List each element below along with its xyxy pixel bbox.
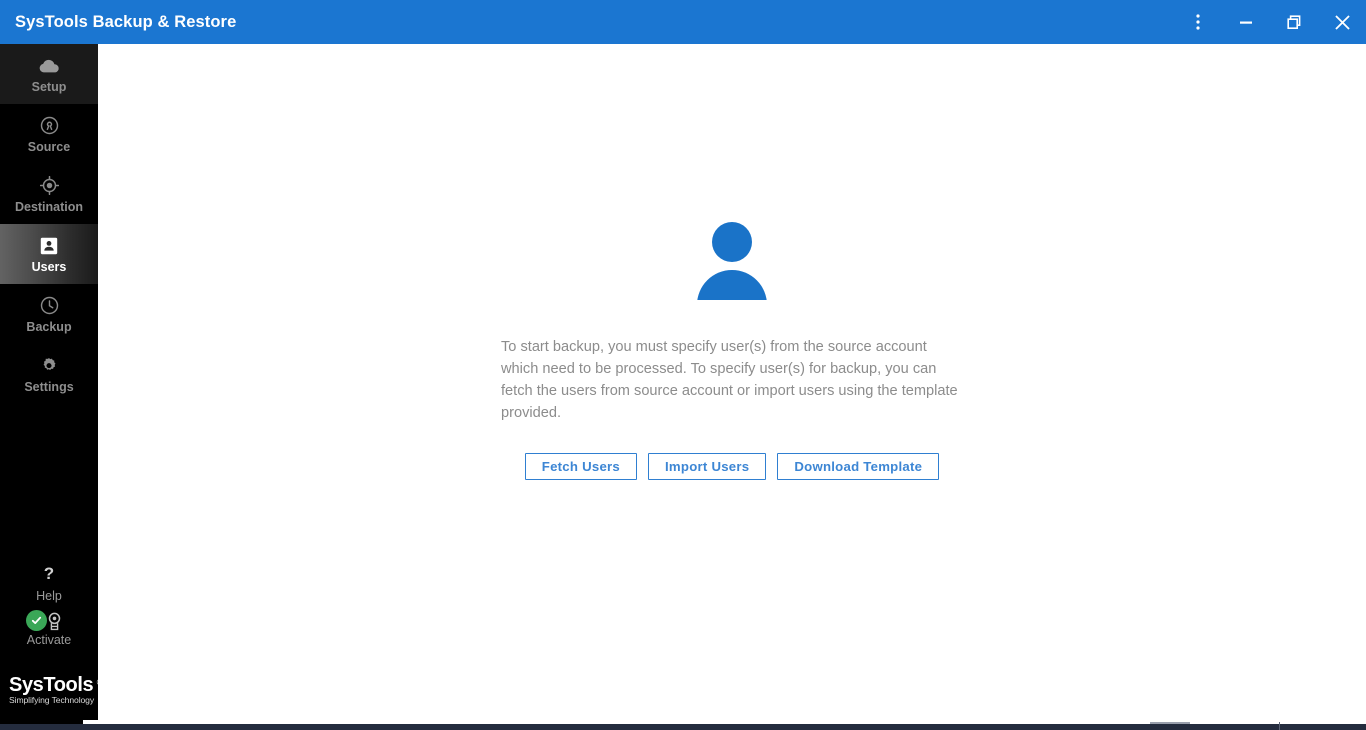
sidebar-item-label: Settings (24, 379, 74, 394)
application-window: SysTools Backup & Restore Setup Source D… (0, 0, 1366, 730)
check-badge-icon (26, 610, 47, 631)
window-controls (1174, 0, 1366, 44)
close-icon (1334, 14, 1350, 30)
activate-button[interactable]: Activate (0, 610, 98, 648)
sidebar-bottom-section: ? Help Activate SysTools Simplifying Tec… (0, 564, 98, 720)
os-taskbar-strip (0, 724, 1366, 730)
sidebar-item-backup[interactable]: Backup (0, 284, 98, 344)
logo-tagline: Simplifying Technology (9, 695, 95, 705)
empty-state-description: To start backup, you must specify user(s… (501, 339, 958, 421)
download-template-button[interactable]: Download Template (777, 453, 940, 480)
sidebar-item-users[interactable]: Users (0, 224, 98, 284)
taskbar-tab-indicator (1150, 722, 1190, 724)
source-icon (40, 115, 59, 137)
sidebar-item-source[interactable]: Source (0, 104, 98, 164)
import-users-button[interactable]: Import Users (648, 453, 767, 480)
sidebar-item-label: Users (31, 259, 67, 274)
clock-icon (40, 295, 59, 317)
svg-text:?: ? (44, 564, 54, 583)
minimize-icon (1239, 15, 1253, 29)
award-icon (46, 612, 63, 636)
title-bar: SysTools Backup & Restore (0, 0, 1366, 44)
target-icon (39, 175, 59, 197)
sidebar-item-setup[interactable]: Setup (0, 44, 98, 104)
help-button[interactable]: ? Help (0, 564, 98, 604)
users-empty-state: To start backup, you must specify user(s… (98, 222, 1366, 480)
taskbar-left-block (0, 714, 83, 724)
help-label: Help (36, 589, 62, 603)
window-title: SysTools Backup & Restore (15, 12, 237, 31)
user-card-icon (40, 235, 58, 257)
fetch-users-button[interactable]: Fetch Users (524, 453, 638, 480)
sidebar-item-label: Destination (14, 199, 84, 214)
logo-wordmark: SysTools® (9, 674, 98, 696)
sidebar-item-label: Backup (26, 319, 72, 334)
avatar-head (712, 222, 752, 262)
question-mark-icon: ? (42, 564, 56, 588)
sidebar-item-settings[interactable]: Settings (0, 344, 98, 404)
logo-name: SysTools (9, 674, 94, 696)
more-options-button[interactable] (1174, 0, 1222, 44)
close-button[interactable] (1318, 0, 1366, 44)
cloud-icon (38, 55, 60, 77)
minimize-button[interactable] (1222, 0, 1270, 44)
avatar-body (697, 270, 767, 300)
restore-button[interactable] (1270, 0, 1318, 44)
gear-icon (40, 355, 58, 377)
empty-state-actions: Fetch Users Import Users Download Templa… (524, 453, 940, 480)
sidebar: Setup Source Destination Users Backup Se… (0, 44, 98, 720)
user-avatar-icon (697, 222, 767, 300)
restore-icon (1286, 14, 1302, 30)
taskbar-divider (1279, 722, 1280, 730)
sidebar-item-label: Setup (31, 79, 67, 94)
main-content: To start backup, you must specify user(s… (98, 44, 1366, 720)
sidebar-item-label: Source (27, 139, 71, 154)
kebab-menu-icon (1196, 14, 1200, 30)
sidebar-item-destination[interactable]: Destination (0, 164, 98, 224)
